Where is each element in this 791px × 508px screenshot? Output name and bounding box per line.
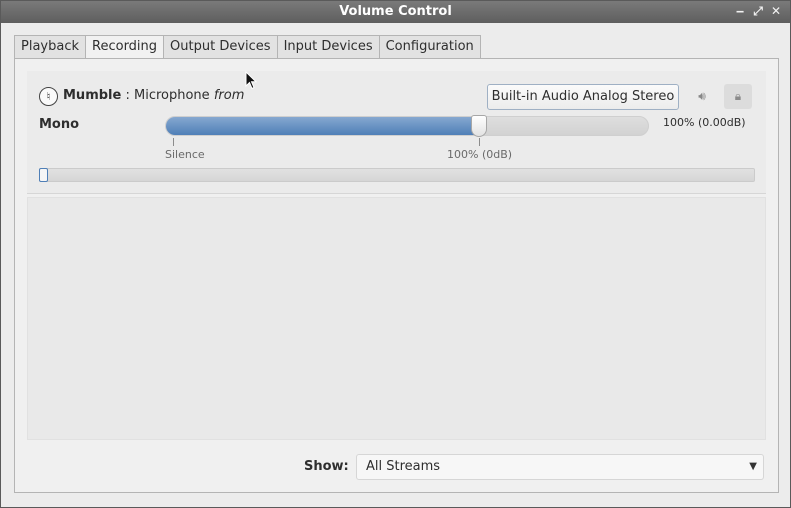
stream-separator: :	[125, 88, 130, 103]
stream-title: Mumble : Microphone from	[63, 88, 244, 103]
stream-app-name: Mumble	[63, 88, 122, 103]
maximize-button[interactable]: ⤢	[752, 4, 764, 18]
lock-icon[interactable]: 🔒︎	[724, 84, 752, 109]
stream-name: Microphone	[134, 88, 210, 103]
show-filter-select[interactable]: All Streams ▼	[356, 454, 764, 480]
tick-silence-mark	[173, 138, 174, 146]
show-filter-value: All Streams	[366, 459, 441, 474]
tick-base-mark	[479, 138, 480, 146]
tab-input-devices[interactable]: Input Devices	[276, 35, 379, 59]
channel-label: Mono	[39, 117, 80, 132]
source-device-button[interactable]: Built-in Audio Analog Stereo	[487, 84, 679, 110]
chevron-down-icon: ▼	[749, 461, 757, 472]
close-button[interactable]: ✕	[770, 4, 782, 18]
peak-meter-indicator	[39, 168, 48, 182]
recording-panel: ♮ Mumble : Microphone from Built-in Audi…	[14, 58, 779, 493]
tab-recording[interactable]: Recording	[85, 35, 164, 60]
volume-slider-fill	[166, 117, 480, 135]
stream-list-empty-area	[27, 197, 766, 440]
speaker-icon[interactable]: 🔊︎	[692, 87, 712, 105]
volume-slider[interactable]	[165, 115, 649, 137]
tab-playback[interactable]: Playback	[14, 35, 86, 59]
window-controls: ‒ ⤢ ✕	[734, 4, 782, 18]
window-title: Volume Control	[339, 4, 452, 19]
title-bar[interactable]: Volume Control ‒ ⤢ ✕	[1, 1, 790, 23]
volume-slider-handle[interactable]	[471, 115, 488, 137]
volume-control-window: Volume Control ‒ ⤢ ✕ Playback Recording …	[0, 0, 791, 508]
tick-silence-label: Silence	[165, 148, 205, 161]
tab-configuration[interactable]: Configuration	[378, 35, 481, 59]
tab-bar: Playback Recording Output Devices Input …	[14, 35, 481, 60]
tab-output-devices[interactable]: Output Devices	[163, 35, 277, 59]
volume-readout: 100% (0.00dB)	[663, 116, 746, 129]
mumble-icon: ♮	[39, 87, 58, 106]
stream-row: ♮ Mumble : Microphone from Built-in Audi…	[27, 71, 766, 194]
stream-from: from	[213, 88, 245, 103]
mouse-pointer-icon	[245, 71, 258, 90]
show-label: Show:	[304, 459, 349, 474]
minimize-button[interactable]: ‒	[734, 4, 746, 18]
peak-meter	[39, 168, 755, 182]
tick-base-label: 100% (0dB)	[447, 148, 513, 161]
